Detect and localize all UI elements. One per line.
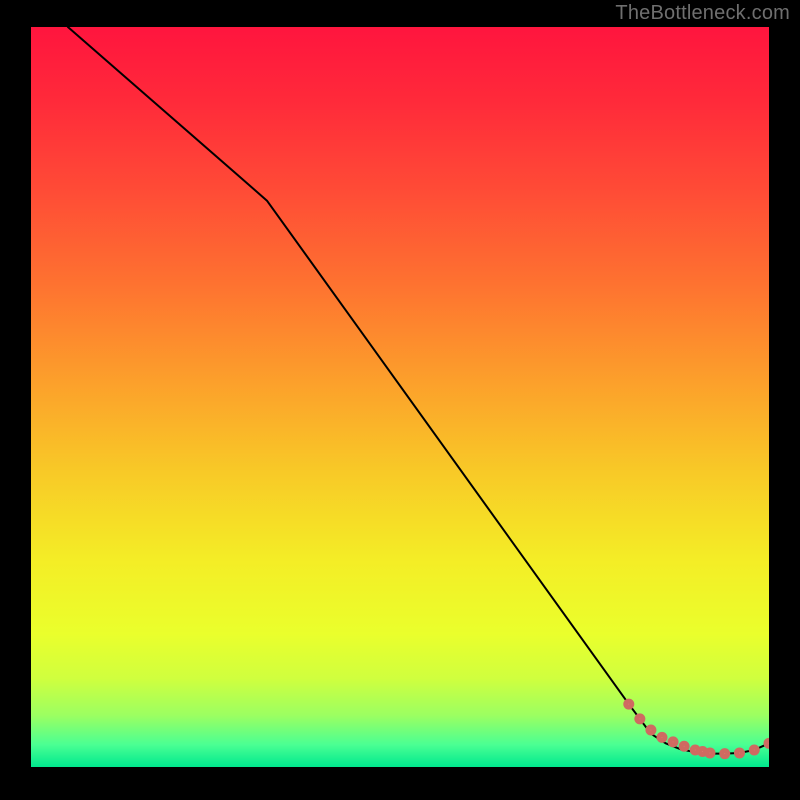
curve-marker xyxy=(766,740,769,746)
curve-marker xyxy=(626,701,632,707)
curve-marker xyxy=(751,747,757,753)
curve-marker xyxy=(736,750,742,756)
curve-marker xyxy=(659,734,665,740)
curve-marker xyxy=(707,750,713,756)
attribution-label: TheBottleneck.com xyxy=(615,2,790,25)
curve-marker xyxy=(670,739,676,745)
chart-frame: TheBottleneck.com xyxy=(0,0,800,800)
curve-marker xyxy=(681,743,687,749)
curve-marker xyxy=(637,716,643,722)
gradient-plot xyxy=(31,27,769,767)
plot-area xyxy=(31,27,769,767)
curve-marker xyxy=(722,751,728,757)
gradient-background xyxy=(31,27,769,767)
curve-marker xyxy=(648,727,654,733)
